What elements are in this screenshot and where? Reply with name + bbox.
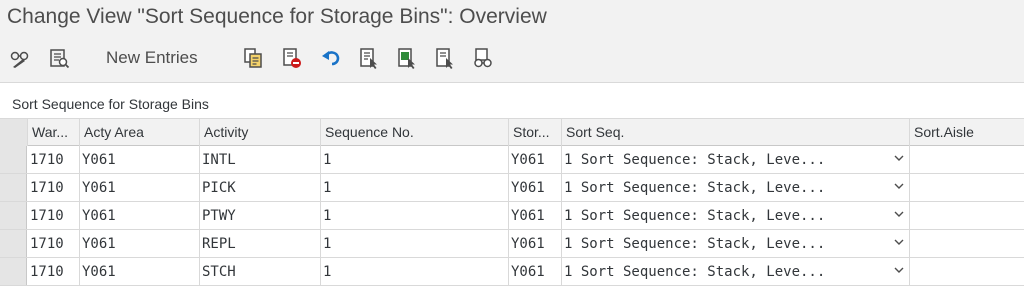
sort-seq-value: 1 Sort Sequence: Stack, Leve... xyxy=(564,208,826,224)
cell-storage-type: Y061 xyxy=(509,258,562,285)
cell-sequence-no: 1 xyxy=(321,230,509,257)
cell-storage-type: Y061 xyxy=(509,202,562,229)
cell-sequence-no: 1 xyxy=(321,174,509,201)
cell-activity: INTL xyxy=(200,146,321,173)
row-selector[interactable] xyxy=(0,174,27,201)
cell-activity: PTWY xyxy=(200,202,321,229)
sort-aisle-input[interactable] xyxy=(910,258,1024,285)
cell-warehouse: 1710 xyxy=(28,258,80,285)
sort-seq-dropdown[interactable]: 1 Sort Sequence: Stack, Leve... xyxy=(562,174,910,201)
row-selector[interactable] xyxy=(0,202,27,229)
cell-acty-area: Y061 xyxy=(80,202,200,229)
table-row[interactable]: 1710 Y061 INTL 1 Y061 1 Sort Sequence: S… xyxy=(0,146,1024,174)
page-title: Change View "Sort Sequence for Storage B… xyxy=(7,5,547,28)
chevron-down-icon[interactable] xyxy=(893,264,905,276)
cell-sequence-no: 1 xyxy=(321,146,509,173)
cell-activity: REPL xyxy=(200,230,321,257)
chevron-down-icon[interactable] xyxy=(893,208,905,220)
select-all-column-header[interactable] xyxy=(0,119,28,146)
row-selector[interactable] xyxy=(0,230,27,257)
sort-aisle-input[interactable] xyxy=(910,202,1024,229)
table-row[interactable]: 1710 Y061 REPL 1 Y061 1 Sort Sequence: S… xyxy=(0,230,1024,258)
column-header-sequence-no[interactable]: Sequence No. xyxy=(321,119,509,146)
select-block-icon[interactable] xyxy=(396,47,418,69)
sort-seq-dropdown[interactable]: 1 Sort Sequence: Stack, Leve... xyxy=(562,202,910,229)
cell-storage-type: Y061 xyxy=(509,146,562,173)
table-row[interactable]: 1710 Y061 STCH 1 Y061 1 Sort Sequence: S… xyxy=(0,258,1024,286)
sort-aisle-input[interactable] xyxy=(910,146,1024,173)
column-header-storage-type[interactable]: Stor... xyxy=(509,119,562,146)
cell-sequence-no: 1 xyxy=(321,202,509,229)
sort-seq-dropdown[interactable]: 1 Sort Sequence: Stack, Leve... xyxy=(562,146,910,173)
column-header-sort-aisle[interactable]: Sort.Aisle xyxy=(910,119,1024,146)
sort-aisle-input[interactable] xyxy=(910,174,1024,201)
copy-icon[interactable] xyxy=(242,47,264,69)
new-entries-button[interactable]: New Entries xyxy=(106,48,198,68)
undo-icon[interactable] xyxy=(320,47,342,69)
column-header-acty-area[interactable]: Acty Area xyxy=(80,119,200,146)
display-change-icon[interactable] xyxy=(9,47,31,69)
sort-seq-dropdown[interactable]: 1 Sort Sequence: Stack, Leve... xyxy=(562,258,910,285)
row-selector[interactable] xyxy=(0,146,27,173)
cell-acty-area: Y061 xyxy=(80,230,200,257)
chevron-down-icon[interactable] xyxy=(893,236,905,248)
application-toolbar: New Entries xyxy=(0,36,1024,83)
cell-warehouse: 1710 xyxy=(28,146,80,173)
cell-activity: PICK xyxy=(200,174,321,201)
select-all-icon[interactable] xyxy=(358,47,380,69)
sort-aisle-input[interactable] xyxy=(910,230,1024,257)
table-header: War... Acty Area Activity Sequence No. S… xyxy=(0,118,1024,146)
glasses-icon[interactable] xyxy=(472,47,494,69)
section-title: Sort Sequence for Storage Bins xyxy=(12,96,209,112)
cell-warehouse: 1710 xyxy=(28,174,80,201)
cell-storage-type: Y061 xyxy=(509,230,562,257)
cell-sequence-no: 1 xyxy=(321,258,509,285)
table-row[interactable]: 1710 Y061 PTWY 1 Y061 1 Sort Sequence: S… xyxy=(0,202,1024,230)
sort-seq-dropdown[interactable]: 1 Sort Sequence: Stack, Leve... xyxy=(562,230,910,257)
delete-icon[interactable] xyxy=(281,47,303,69)
cell-warehouse: 1710 xyxy=(28,230,80,257)
cell-acty-area: Y061 xyxy=(80,174,200,201)
column-header-activity[interactable]: Activity xyxy=(200,119,321,146)
table-row[interactable]: 1710 Y061 PICK 1 Y061 1 Sort Sequence: S… xyxy=(0,174,1024,202)
sort-seq-value: 1 Sort Sequence: Stack, Leve... xyxy=(564,236,826,252)
cell-storage-type: Y061 xyxy=(509,174,562,201)
cell-acty-area: Y061 xyxy=(80,146,200,173)
cell-warehouse: 1710 xyxy=(28,202,80,229)
row-selector[interactable] xyxy=(0,258,27,285)
deselect-all-icon[interactable] xyxy=(434,47,456,69)
cell-activity: STCH xyxy=(200,258,321,285)
chevron-down-icon[interactable] xyxy=(893,180,905,192)
chevron-down-icon[interactable] xyxy=(893,152,905,164)
sort-seq-value: 1 Sort Sequence: Stack, Leve... xyxy=(564,180,826,196)
sort-seq-value: 1 Sort Sequence: Stack, Leve... xyxy=(564,152,826,168)
column-header-warehouse[interactable]: War... xyxy=(28,119,80,146)
column-header-sort-seq[interactable]: Sort Seq. xyxy=(562,119,910,146)
sort-seq-value: 1 Sort Sequence: Stack, Leve... xyxy=(564,264,826,280)
title-bar: Change View "Sort Sequence for Storage B… xyxy=(0,0,1024,36)
details-icon[interactable] xyxy=(48,47,70,69)
cell-acty-area: Y061 xyxy=(80,258,200,285)
sort-sequence-table: War... Acty Area Activity Sequence No. S… xyxy=(0,118,1024,287)
